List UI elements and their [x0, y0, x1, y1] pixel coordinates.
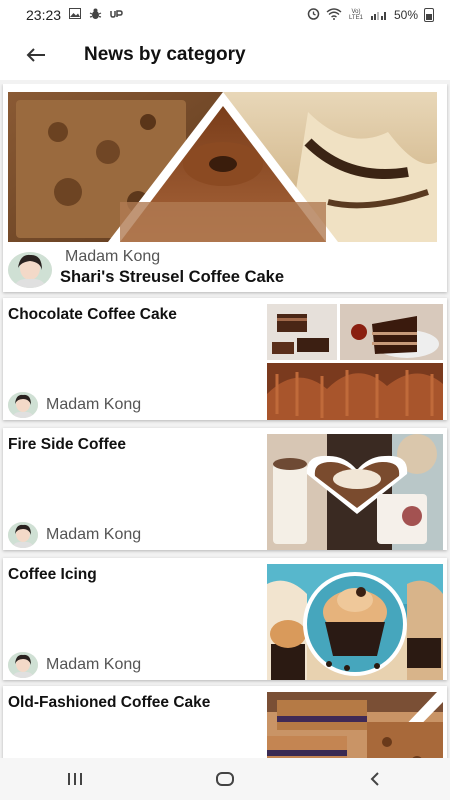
recent-apps-button[interactable] — [45, 761, 105, 797]
article-author: Madam Kong — [8, 652, 141, 678]
alarm-icon — [307, 7, 320, 23]
author-name: Madam Kong — [46, 656, 142, 673]
system-navigation-bar — [0, 758, 450, 800]
status-right: Vo) LTE1 50% — [307, 7, 434, 23]
page-title: News by category — [84, 44, 246, 65]
status-left: 23:23 — [26, 7, 124, 23]
back-button[interactable] — [16, 35, 56, 75]
article-thumbnail[interactable] — [267, 692, 443, 758]
article-card[interactable]: Coffee Icing Madam Kong — [3, 558, 447, 680]
recent-apps-icon — [68, 773, 82, 785]
author-name: Madam Kong — [46, 396, 142, 413]
system-back-button[interactable] — [345, 761, 405, 797]
article-thumbnail[interactable] — [267, 434, 443, 550]
featured-article-card[interactable]: Madam Kong Shari's Streusel Coffee Cake — [3, 84, 447, 292]
article-thumbnail[interactable] — [267, 564, 443, 680]
article-card[interactable]: Old-Fashioned Coffee Cake — [3, 686, 447, 758]
news-feed[interactable]: Madam Kong Shari's Streusel Coffee Cake … — [0, 84, 450, 758]
article-title[interactable]: Chocolate Coffee Cake — [8, 306, 177, 324]
author-name: Madam Kong — [46, 526, 142, 543]
home-icon — [216, 772, 234, 786]
status-bar: 23:23 Vo) LTE1 50% — [0, 0, 450, 30]
article-card[interactable]: Chocolate Coffee Cake Madam Kong — [3, 298, 447, 420]
app-bar: News by category — [0, 30, 450, 80]
status-time: 23:23 — [26, 7, 62, 23]
featured-author-name: Madam Kong — [65, 248, 161, 265]
author-avatar[interactable] — [8, 522, 38, 548]
battery-percent: 50% — [393, 8, 418, 22]
article-card[interactable]: Fire Side Coffee Madam Kong — [3, 428, 447, 550]
arrow-back-icon — [26, 48, 45, 62]
article-title[interactable]: Fire Side Coffee — [8, 436, 126, 454]
author-avatar[interactable] — [8, 652, 38, 678]
gallery-notification-icon — [69, 8, 82, 22]
signal-icon — [370, 8, 388, 23]
chevron-left-icon — [370, 772, 379, 786]
article-thumbnail[interactable] — [267, 304, 443, 420]
article-author: Madam Kong — [8, 522, 141, 548]
featured-article-meta: Madam Kong Shari's Streusel Coffee Cake — [3, 244, 447, 290]
author-avatar[interactable] — [8, 392, 38, 418]
article-title[interactable]: Old-Fashioned Coffee Cake — [8, 694, 210, 712]
author-avatar[interactable] — [8, 252, 52, 288]
up-notification-icon — [110, 9, 124, 22]
battery-icon — [424, 8, 434, 22]
featured-article-image[interactable] — [8, 92, 437, 242]
home-button[interactable] — [195, 761, 255, 797]
volte-icon: Vo) LTE1 — [349, 9, 363, 21]
article-author: Madam Kong — [8, 392, 141, 418]
wifi-icon — [326, 7, 342, 23]
article-title[interactable]: Coffee Icing — [8, 566, 97, 584]
bug-notification-icon — [89, 8, 102, 23]
featured-article-title[interactable]: Shari's Streusel Coffee Cake — [60, 268, 284, 287]
